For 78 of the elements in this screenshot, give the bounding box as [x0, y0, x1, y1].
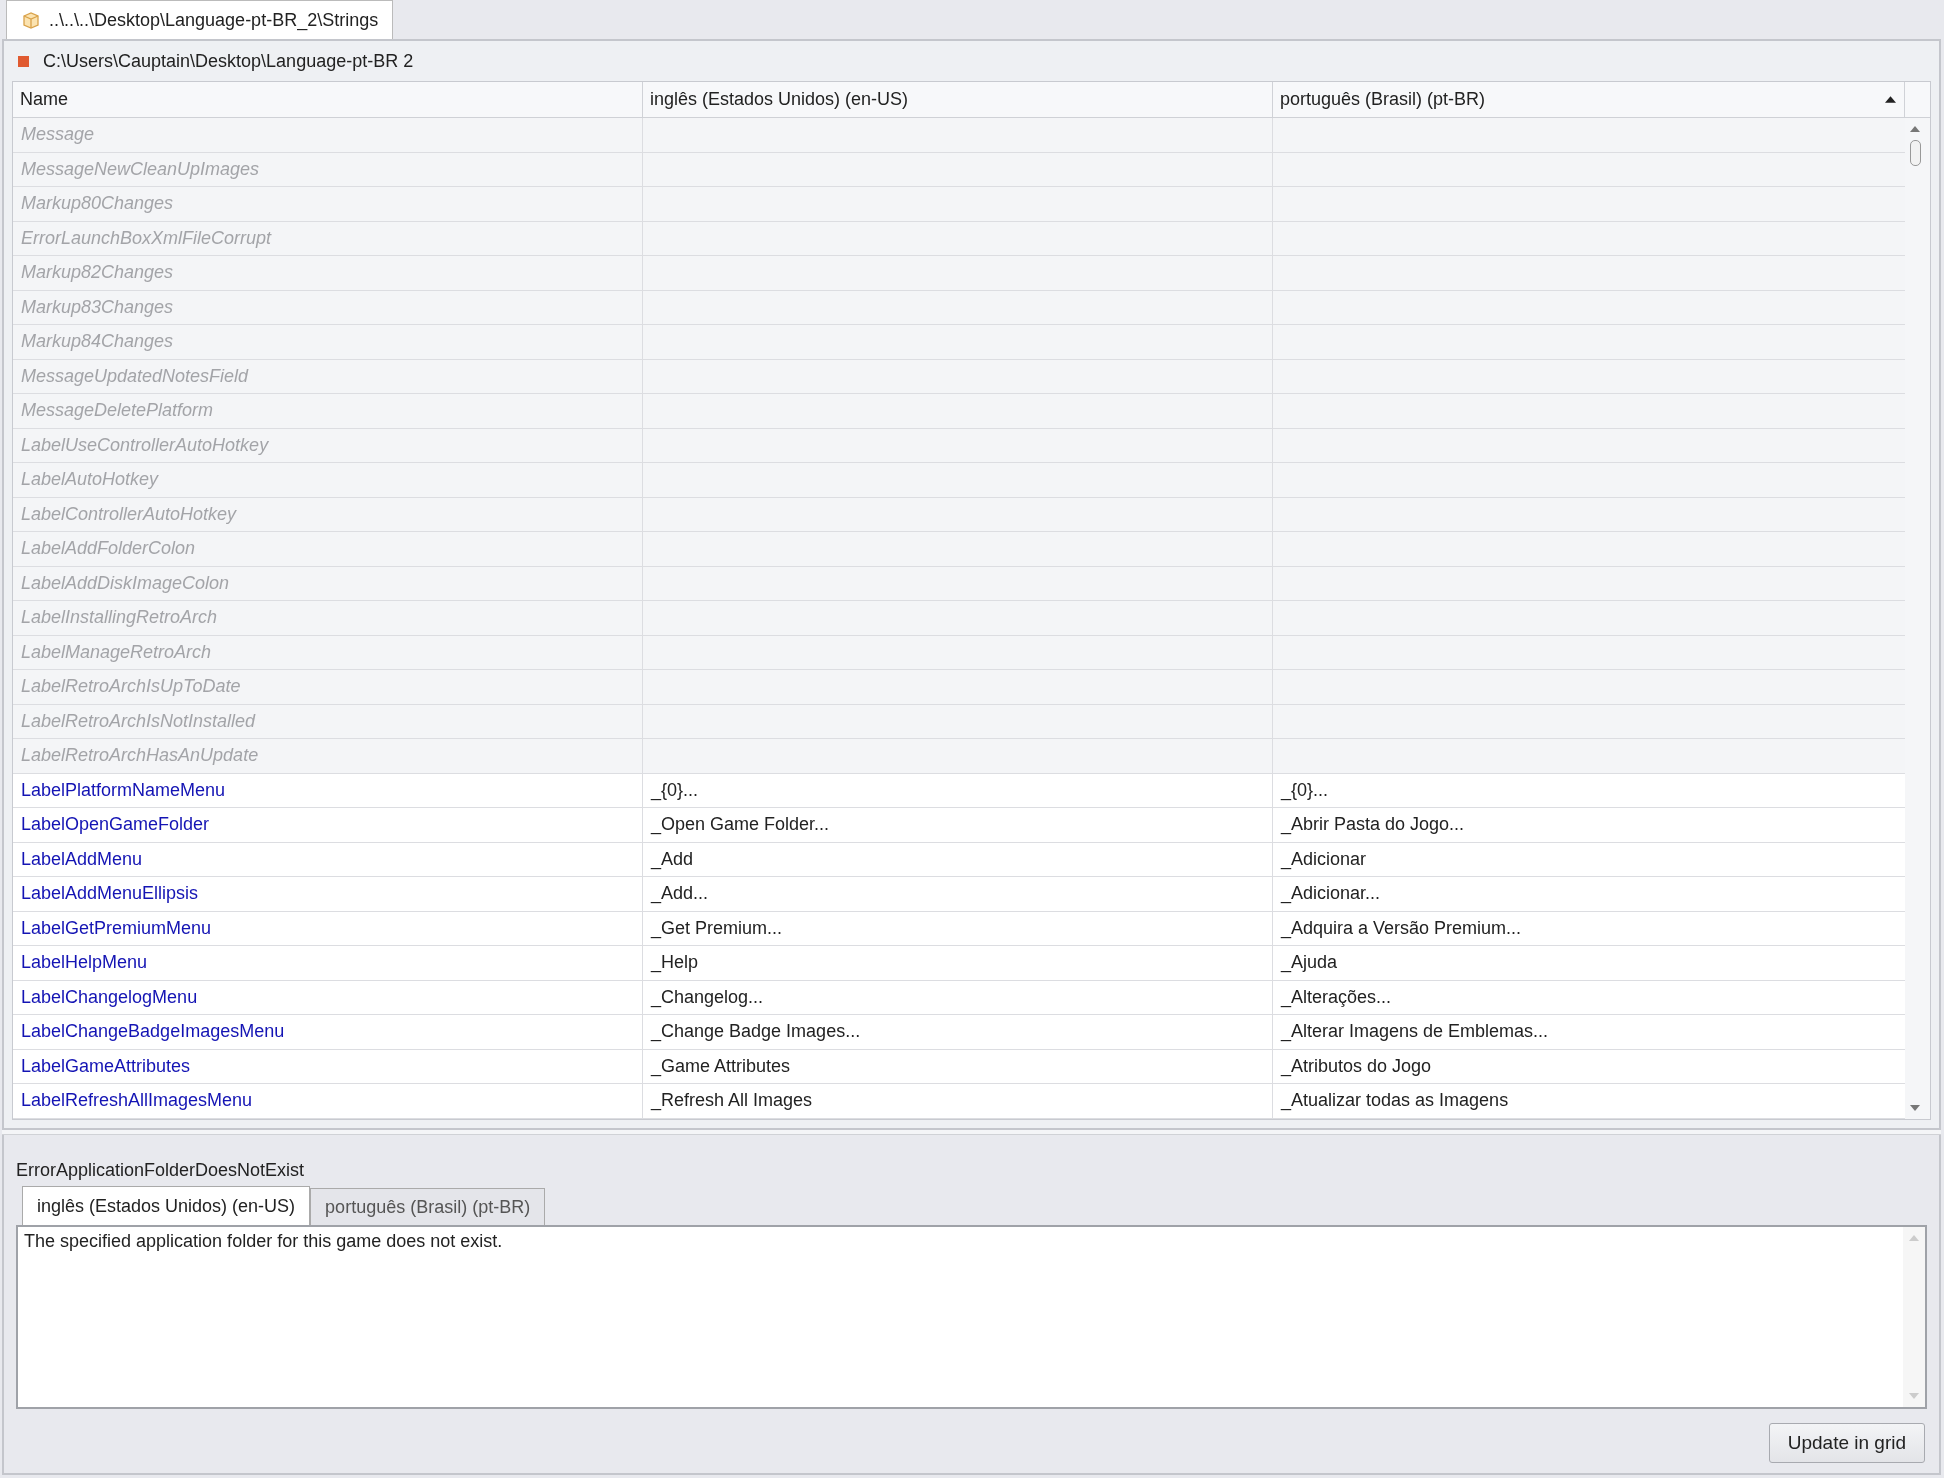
key-name: LabelInstallingRetroArch [21, 607, 218, 629]
english-text: _Change Badge Images... [651, 1021, 861, 1043]
key-name: MessageDeletePlatform [21, 400, 214, 422]
key-name: LabelHelpMenu [21, 952, 148, 974]
english-text: _Help [651, 952, 699, 974]
key-name: Markup83Changes [21, 296, 174, 318]
key-name: LabelManageRetroArch [21, 641, 212, 663]
table-row[interactable]: LabelRefreshAllImagesMenu _Refresh All Images _Atualizar todas as Imagens [13, 1084, 1905, 1119]
table-row[interactable]: LabelChangeBadgeImagesMenu _Change Badge Images... _Alterar Imagens de Emblemas... [13, 1015, 1905, 1050]
key-name: LabelRetroArchIsNotInstalled [21, 710, 256, 732]
key-name: LabelChangelogMenu [21, 986, 198, 1008]
scroll-up-icon [1910, 126, 1920, 132]
scroll-up-icon [1909, 1235, 1919, 1241]
table-row[interactable]: LabelGetPremiumMenu _Get Premium... _Adquira a Versão Premium... [13, 911, 1905, 946]
update-in-grid-button[interactable]: Update in grid [1768, 1423, 1925, 1463]
portuguese-text: _Adicionar... [1281, 883, 1381, 905]
portuguese-text: _{0}... [1281, 779, 1329, 801]
key-name: Markup84Changes [21, 331, 174, 353]
portuguese-text: _Adicionar [1281, 848, 1367, 870]
portuguese-text: _Ajuda [1281, 952, 1338, 974]
table-row[interactable]: LabelGameAttributes _Game Attributes _Atributos do Jogo [13, 1049, 1905, 1084]
english-text: _Changelog... [651, 986, 764, 1008]
column-header[interactable]: inglês (Estados Unidos) (en-US) [643, 82, 1273, 117]
key-name: LabelAutoHotkey [21, 469, 159, 491]
column-header[interactable]: Name [13, 82, 643, 117]
table-row[interactable]: LabelAddMenu _Add _Adicionar [13, 842, 1905, 877]
splitter-handle[interactable] [2, 1129, 1941, 1135]
package-icon [21, 10, 41, 30]
translation-text-area[interactable]: The specified application folder for this game does not exist. [16, 1225, 1927, 1409]
key-name: LabelChangeBadgeImagesMenu [21, 1021, 285, 1043]
key-name: LabelControllerAutoHotkey [21, 503, 237, 525]
english-text: _{0}... [651, 779, 699, 801]
key-name: LabelGameAttributes [21, 1055, 191, 1077]
key-name: LabelAddDiskImageColon [21, 572, 230, 594]
english-text: _Add... [651, 883, 709, 905]
portuguese-text: _Adquira a Versão Premium... [1281, 917, 1522, 939]
key-name: Message [21, 124, 95, 146]
table-row[interactable]: LabelChangelogMenu _Changelog... _Alterações... [13, 980, 1905, 1015]
portuguese-text: _Abrir Pasta do Jogo... [1281, 814, 1465, 836]
key-name: LabelUseControllerAutoHotkey [21, 434, 269, 456]
table-row[interactable]: LabelHelpMenu _Help _Ajuda [13, 946, 1905, 981]
scrollbar-thumb[interactable] [1909, 140, 1921, 166]
key-name: MessageNewCleanUpImages [21, 158, 260, 180]
key-name: MessageUpdatedNotesField [21, 365, 249, 387]
english-text: _Refresh All Images [651, 1090, 813, 1112]
file-square-icon [18, 55, 29, 67]
key-name: LabelAddMenuEllipsis [21, 883, 199, 905]
key-name: LabelAddFolderColon [21, 538, 196, 560]
portuguese-text: _Atributos do Jogo [1281, 1055, 1432, 1077]
selected-key-label: ErrorApplicationFolderDoesNotExist [16, 1159, 306, 1182]
key-name: LabelAddMenu [21, 848, 143, 870]
english-text: _Get Premium... [651, 917, 783, 939]
english-text: _Game Attributes [651, 1055, 791, 1077]
portuguese-text: _Alterações... [1281, 986, 1392, 1008]
language-tab[interactable]: português (Brasil) (pt-BR) [310, 1188, 546, 1225]
key-name: Markup80Changes [21, 193, 174, 215]
column-header[interactable]: português (Brasil) (pt-BR) [1273, 82, 1905, 117]
file-path: C:\Users\Cauptain\Desktop\Language-pt-BR 2 [43, 50, 414, 72]
key-name: LabelRefreshAllImagesMenu [21, 1090, 253, 1112]
key-name: LabelPlatformNameMenu [21, 779, 226, 801]
key-name: ErrorLaunchBoxXmlFileCorrupt [21, 227, 272, 249]
document-tab[interactable]: ..\..\..\Desktop\Language-pt-BR_2\Strings [6, 0, 394, 39]
english-text: _Add [651, 848, 694, 870]
language-tab[interactable]: inglês (Estados Unidos) (en-US) [22, 1186, 311, 1225]
portuguese-text: _Atualizar todas as Imagens [1281, 1090, 1509, 1112]
table-row[interactable]: LabelPlatformNameMenu _{0}... _{0}... [13, 773, 1905, 808]
key-name: LabelOpenGameFolder [21, 814, 210, 836]
table-row[interactable]: LabelAddMenuEllipsis _Add... _Adicionar... [13, 877, 1905, 912]
sort-arrow-icon [1885, 96, 1896, 103]
table-row[interactable]: LabelOpenGameFolder _Open Game Folder... _Abrir Pasta do Jogo... [13, 808, 1905, 843]
portuguese-text: _Alterar Imagens de Emblemas... [1281, 1021, 1549, 1043]
scroll-down-icon [1909, 1393, 1919, 1399]
english-text: _Open Game Folder... [651, 814, 830, 836]
scroll-down-icon [1910, 1104, 1920, 1111]
key-name: LabelRetroArchHasAnUpdate [21, 745, 259, 767]
key-name: Markup82Changes [21, 262, 174, 284]
key-name: LabelRetroArchIsUpToDate [21, 676, 241, 698]
key-name: LabelGetPremiumMenu [21, 917, 212, 939]
